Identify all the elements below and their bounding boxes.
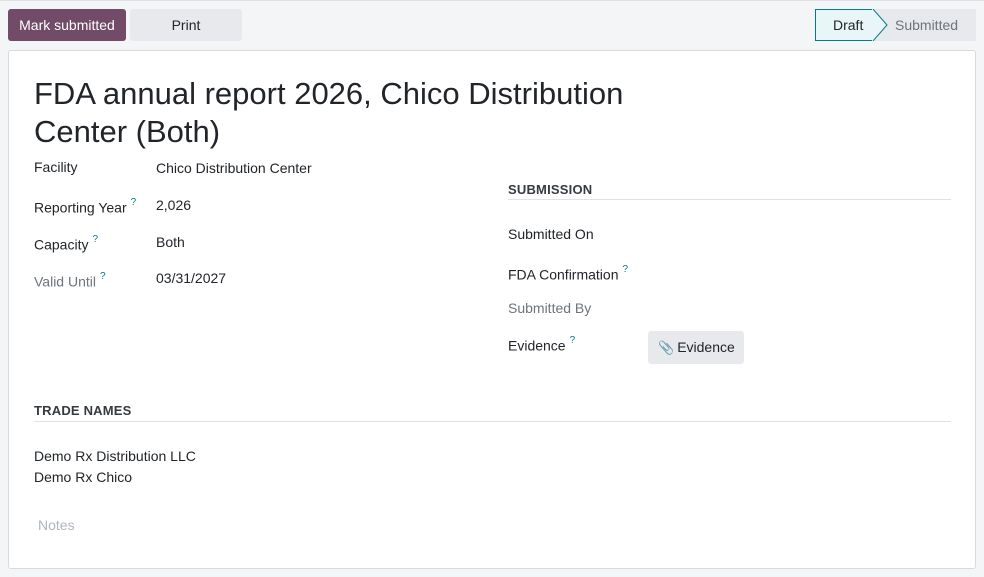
record-title: FDA annual report 2026, Chico Distributi… — [34, 76, 624, 149]
print-summary-button[interactable]: Print summary — [130, 9, 242, 65]
help-icon[interactable]: ? — [131, 197, 137, 208]
help-icon[interactable]: ? — [92, 234, 98, 245]
trade-name-item[interactable]: Demo Rx Distribution LLC — [34, 448, 196, 465]
facility-label-text: Facility — [34, 159, 78, 175]
submitted-by-label: Submitted By — [508, 300, 592, 316]
capacity-value[interactable]: Both — [156, 234, 185, 251]
evidence-label: Evidence? — [508, 334, 575, 355]
trade-name-item[interactable]: Demo Rx Chico — [34, 469, 132, 486]
fda-confirmation-label-text: FDA Confirmation — [508, 266, 619, 283]
control-panel: Mark submitted Print summary Submitted D… — [0, 0, 984, 65]
facility-value[interactable]: Chico Distribution Center — [156, 160, 312, 177]
stage-arrow-icon — [872, 9, 888, 41]
reporting-year-label-text: Reporting Year — [34, 199, 127, 216]
evidence-label-text: Evidence — [508, 337, 566, 354]
valid-until-label-text: Valid Until — [34, 273, 96, 290]
help-icon[interactable]: ? — [570, 335, 576, 346]
reporting-year-value[interactable]: 2,026 — [156, 197, 191, 214]
fda-confirmation-label: FDA Confirmation? — [508, 263, 628, 284]
valid-until-label: Valid Until? — [34, 270, 106, 291]
trade-names-separator — [34, 421, 951, 422]
evidence-upload-button[interactable]: 📎 Evidence — [648, 331, 744, 364]
paperclip-icon: 📎 — [658, 340, 675, 355]
notes-input[interactable] — [34, 514, 962, 536]
help-icon[interactable]: ? — [100, 271, 106, 282]
status-bar: Submitted Draft — [815, 9, 976, 41]
mark-submitted-button[interactable]: Mark submitted — [8, 9, 126, 41]
capacity-label-text: Capacity — [34, 236, 89, 253]
form-sheet: FDA annual report 2026, Chico Distributi… — [8, 50, 976, 569]
help-icon[interactable]: ? — [622, 264, 628, 275]
trade-names-section-title: TRADE NAMES — [34, 403, 132, 418]
submission-section-title: SUBMISSION — [508, 182, 593, 197]
facility-label: Facility — [34, 159, 78, 176]
valid-until-value: 03/31/2027 — [156, 270, 227, 286]
stage-submitted[interactable]: Submitted — [873, 9, 976, 41]
evidence-button-label: Evidence — [677, 339, 735, 355]
capacity-label: Capacity? — [34, 233, 98, 254]
stage-draft[interactable]: Draft — [815, 9, 873, 41]
submitted-on-label: Submitted On — [508, 226, 594, 242]
submission-separator — [508, 199, 951, 200]
reporting-year-label: Reporting Year? — [34, 196, 136, 217]
